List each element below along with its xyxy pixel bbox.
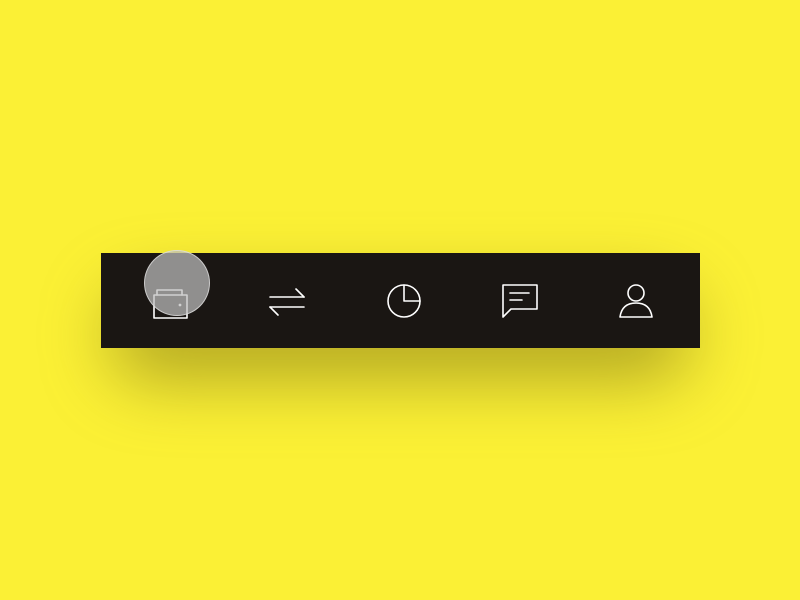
tab-messages[interactable]: [498, 279, 542, 323]
tab-transfer[interactable]: [265, 279, 309, 323]
pie-chart-icon: [386, 283, 421, 318]
bottom-tab-bar: [101, 253, 700, 348]
tab-statistics[interactable]: [382, 279, 426, 323]
tab-wallet[interactable]: [149, 279, 193, 323]
transfer-arrows-icon: [269, 287, 306, 316]
chat-bubble-icon: [501, 283, 538, 318]
wallet-icon: [153, 288, 188, 319]
tab-profile[interactable]: [614, 279, 658, 323]
user-icon: [619, 283, 653, 318]
